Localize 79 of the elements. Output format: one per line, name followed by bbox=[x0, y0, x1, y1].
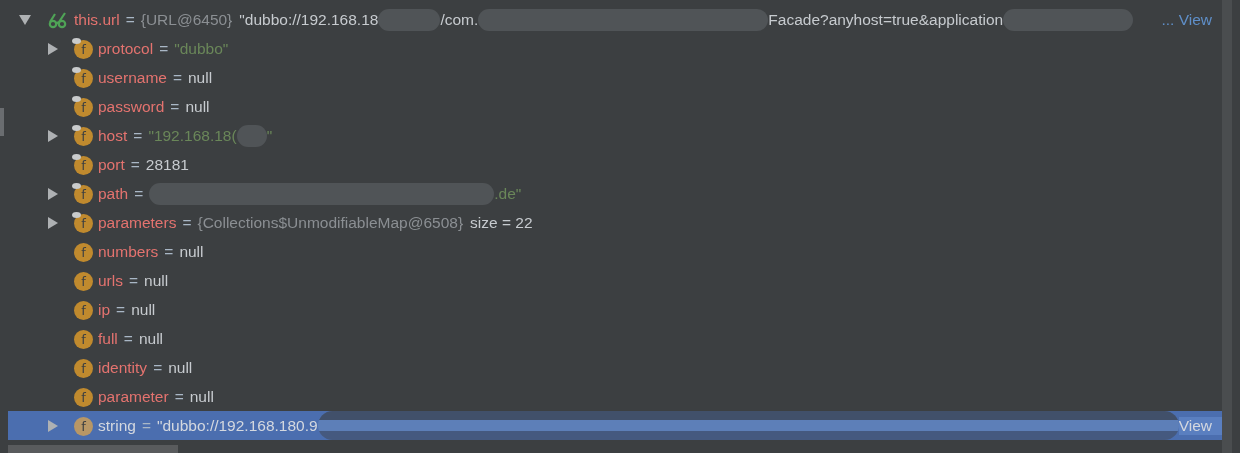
object-type: {URL@6450} bbox=[140, 10, 233, 29]
tree-row[interactable]: f protocol = "dubbo" bbox=[8, 34, 1222, 63]
equals-sign: = bbox=[125, 10, 135, 29]
variable-name: username bbox=[98, 68, 167, 87]
variable-name: parameter bbox=[98, 387, 169, 406]
tree-row[interactable]: f identity = null bbox=[8, 353, 1222, 382]
string-value: "192.168.18( bbox=[148, 126, 237, 145]
tree-row[interactable]: f username = null bbox=[8, 63, 1222, 92]
equals-sign: = bbox=[182, 213, 192, 232]
tree-row[interactable]: f urls = null bbox=[8, 266, 1222, 295]
field-icon: f bbox=[72, 37, 94, 60]
field-icon: f bbox=[72, 124, 94, 147]
equals-sign: = bbox=[134, 184, 144, 203]
collapse-arrow-icon[interactable] bbox=[19, 14, 31, 25]
variable-name: urls bbox=[98, 271, 123, 290]
variable-name: numbers bbox=[98, 242, 159, 261]
object-type: {Collections$UnmodifiableMap@6508} bbox=[197, 213, 464, 232]
variable-value: size = 22 bbox=[470, 213, 533, 232]
field-icon: f bbox=[72, 182, 94, 205]
variable-value: "dubbo://192.168.18 bbox=[239, 10, 379, 29]
variable-name: full bbox=[98, 329, 118, 348]
expand-arrow-icon[interactable] bbox=[48, 129, 58, 142]
variable-name: identity bbox=[98, 358, 148, 377]
tree-row[interactable]: f host = "192.168.18( " bbox=[8, 121, 1222, 150]
variable-value: null bbox=[189, 387, 214, 406]
string-value: "dubbo" bbox=[174, 39, 229, 58]
tree-row[interactable]: f path = .de" bbox=[8, 179, 1222, 208]
equals-sign: = bbox=[164, 242, 174, 261]
tree-row[interactable]: f numbers = null bbox=[8, 237, 1222, 266]
horizontal-scrollbar[interactable] bbox=[8, 445, 178, 453]
equals-sign: = bbox=[123, 329, 133, 348]
field-icon: f bbox=[72, 211, 94, 234]
variable-value: /com. bbox=[440, 10, 479, 29]
variable-name: port bbox=[98, 155, 125, 174]
variable-value: null bbox=[185, 97, 210, 116]
string-value: " bbox=[266, 126, 273, 145]
variable-value: null bbox=[144, 271, 169, 290]
gutter-marker bbox=[0, 108, 4, 136]
equals-sign: = bbox=[159, 39, 169, 58]
variable-name: path bbox=[98, 184, 129, 203]
field-icon: f bbox=[72, 153, 94, 176]
expand-arrow-icon[interactable] bbox=[48, 42, 58, 55]
equals-sign: = bbox=[133, 126, 143, 145]
variable-name: parameters bbox=[98, 213, 177, 232]
equals-sign: = bbox=[153, 358, 163, 377]
variable-name: host bbox=[98, 126, 128, 145]
field-icon: f bbox=[72, 66, 94, 89]
expand-arrow-icon[interactable] bbox=[48, 216, 58, 229]
equals-sign: = bbox=[130, 155, 140, 174]
equals-sign: = bbox=[129, 271, 139, 290]
variable-name: password bbox=[98, 97, 165, 116]
vertical-scrollbar[interactable] bbox=[1222, 0, 1232, 453]
variable-name: this.url bbox=[74, 10, 120, 29]
equals-sign: = bbox=[116, 300, 126, 319]
tree-row[interactable]: f full = null bbox=[8, 324, 1222, 353]
tree-row[interactable]: f port = 28181 bbox=[8, 150, 1222, 179]
variable-value: null bbox=[138, 329, 164, 348]
tree-row[interactable]: f parameter = null bbox=[8, 382, 1222, 411]
variable-value: Facade?anyhost=true&application bbox=[768, 10, 1004, 29]
variable-name: protocol bbox=[98, 39, 154, 58]
variable-value: null bbox=[168, 358, 193, 377]
equals-sign: = bbox=[170, 97, 180, 116]
tree-row[interactable]: f parameters = {Collections$UnmodifiableMap@6508} size = 22 bbox=[8, 208, 1222, 237]
variable-value: 28181 bbox=[145, 155, 189, 174]
string-value: .de" bbox=[494, 184, 522, 203]
variable-value: "dubbo://192.168.180.9 bbox=[156, 416, 318, 435]
variable-name: ip bbox=[98, 300, 111, 319]
equals-sign: = bbox=[174, 387, 184, 406]
variable-name: string bbox=[98, 416, 136, 435]
equals-sign: = bbox=[172, 68, 182, 87]
tree-row[interactable]: f ip = null bbox=[8, 295, 1222, 324]
variable-value: null bbox=[188, 68, 213, 87]
expand-arrow-icon[interactable] bbox=[48, 187, 58, 200]
tree-row[interactable]: f password = null bbox=[8, 92, 1222, 121]
variable-value: null bbox=[179, 242, 204, 261]
variable-value: null bbox=[131, 300, 156, 319]
tree-row[interactable]: this.url = {URL@6450} "dubbo://192.168.18 /com. Facade?anyhost=true&application ... View bbox=[8, 5, 1222, 34]
equals-sign: = bbox=[141, 416, 151, 435]
field-icon: f bbox=[72, 95, 94, 118]
